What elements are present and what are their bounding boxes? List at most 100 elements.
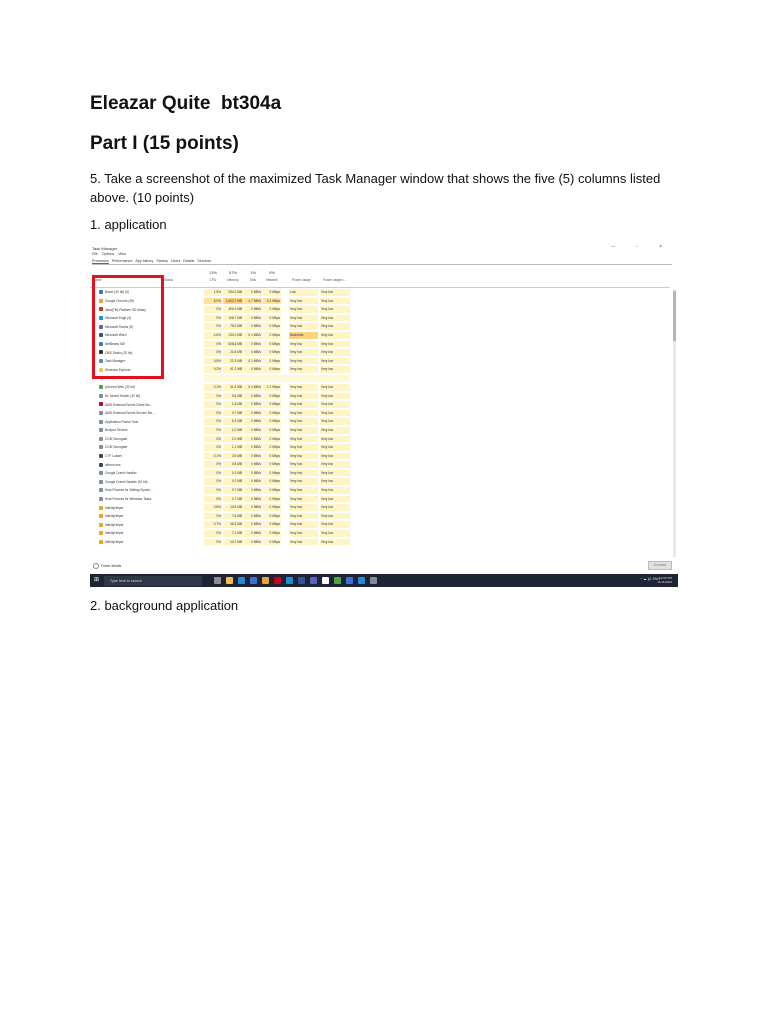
process-network: 0 Mbps (263, 418, 281, 425)
process-disk: 0 MB/s (244, 495, 262, 503)
process-disk: 0 MB/s (244, 323, 262, 330)
process-icon (99, 514, 103, 519)
tm-process-list: Brave (32 bit) (6) 1.5% 254.3 MB 0 MB/s 0 Mb… (90, 288, 675, 546)
col-net: Network (266, 278, 278, 282)
process-network: 0 Mbps (263, 306, 281, 313)
windows-start-icon: ⊞ (94, 577, 100, 583)
process-name: InfinityHelper (105, 540, 124, 545)
tm-tab-details: Details (183, 259, 195, 263)
taskbar-app-icon (346, 576, 353, 584)
process-power: Very low (289, 521, 318, 529)
taskbar-app-icon (250, 576, 257, 584)
background-processes-header: Background processes (53) (90, 374, 670, 383)
process-power: Very low (289, 323, 318, 330)
process-row: InfinityHelper 0.8% 10.8 MB 0 MB/s 0 Mbps Ver… (90, 503, 670, 512)
chevron-up-icon (93, 563, 99, 569)
process-row: Task Manager 0.5% 22.3 MB 0.1 MB/s 0 Mbps Ver… (90, 357, 670, 366)
process-power-trend: Very low (320, 357, 350, 365)
process-name: Google Crash Handler (32 bit) (105, 479, 148, 484)
process-disk: 0.1 MB/s (244, 357, 262, 365)
process-network: 0 Mbps (263, 469, 281, 477)
process-power: Very low (289, 452, 318, 460)
process-memory: 2.7 MB (223, 495, 243, 503)
process-power: Very low (289, 297, 318, 305)
process-memory: 10.8 MB (223, 504, 243, 511)
process-row: AMD External Events Client Mo... 0% 1.8 MB… (90, 400, 670, 409)
process-memory: 75.2 MB (223, 323, 243, 330)
process-power-trend: Very low (320, 323, 350, 330)
taskbar-app-icon (238, 576, 245, 584)
process-network: 0 Mbps (263, 530, 281, 537)
col-status: Status (164, 278, 174, 282)
process-disk: 0 MB/s (244, 504, 262, 511)
process-icon (99, 539, 103, 544)
process-power-trend: Very low (320, 426, 350, 434)
process-cpu: 0.2% (204, 366, 222, 373)
process-disk: 0 MB/s (244, 349, 262, 356)
process-cpu: 0.8% (204, 504, 222, 511)
tm-tab-services: Services (197, 259, 212, 263)
process-name: ctfmon.exe (105, 462, 121, 467)
process-cpu: 0% (204, 487, 222, 494)
process-memory: 2.0 MB (223, 435, 243, 443)
process-power: Very low (289, 392, 318, 400)
process-cpu: 0% (204, 401, 222, 408)
process-power: Moderate (289, 331, 318, 339)
process-power: Very low (289, 495, 318, 503)
process-network: 0 Mbps (263, 366, 281, 373)
fewer-details: Fewer details (93, 563, 121, 569)
process-network: 0 Mbps (263, 504, 281, 511)
process-cpu: 0% (204, 495, 222, 503)
process-power-trend: Very low (320, 297, 350, 305)
process-power: Very low (289, 487, 318, 494)
process-icon (99, 479, 103, 484)
taskbar-app-icon (214, 576, 221, 584)
process-icon (99, 385, 103, 390)
process-network: 0 Mbps (263, 461, 281, 468)
process-network: 0 Mbps (263, 495, 281, 503)
process-icon (99, 488, 103, 493)
process-power-trend: Very low (320, 538, 350, 546)
process-memory: 1,062.1 MB (223, 297, 243, 305)
process-power-trend: Very low (320, 487, 350, 494)
process-disk: 0.1 MB/s (244, 331, 262, 339)
process-power: Very low (289, 306, 318, 313)
process-name: InfinityHelper (105, 522, 124, 527)
col-net-pct: 0% (269, 270, 275, 275)
process-memory: 0.2 MB (223, 478, 243, 486)
tm-tab-users: Users (170, 259, 181, 263)
process-power: Very low (289, 418, 318, 425)
process-memory: 41.2 MB (223, 366, 243, 373)
col-power-trend: Power usage t... (323, 278, 347, 282)
process-cpu: 0% (204, 323, 222, 330)
process-name: InfinityHelper (105, 531, 124, 536)
process-memory: 0.3 MB (223, 469, 243, 477)
process-cpu: 0% (204, 469, 222, 477)
process-power-trend: Very low (320, 392, 350, 400)
process-power: Very low (289, 349, 318, 356)
taskbar-app-icon (322, 576, 329, 584)
process-memory: 3.9 MB (223, 452, 243, 460)
process-network: 0 Mbps (263, 444, 281, 451)
process-network: 0 Mbps (263, 314, 281, 322)
process-row: Host Process for Setting Synchr... 0% 0.7 … (90, 486, 670, 495)
process-disk: 0 MB/s (244, 340, 262, 348)
process-power: Very low (289, 340, 318, 348)
process-memory: 1.1 MB (223, 444, 243, 451)
process-network: 0 Mbps (263, 331, 281, 339)
process-network: 1.2 Mbps (263, 383, 281, 391)
process-power-trend: Very low (320, 512, 350, 520)
process-cpu: 1.5% (204, 289, 222, 296)
process-network: 0 Mbps (263, 521, 281, 529)
process-power-trend: Very low (320, 306, 350, 313)
process-power-trend: Very low (320, 349, 350, 356)
taskbar-app-icon (286, 576, 293, 584)
col-disk: Disk (249, 278, 257, 282)
process-network: 0 Mbps (263, 401, 281, 408)
taskbar-apps (214, 576, 377, 584)
process-disk: 0 MB/s (244, 478, 262, 486)
process-icon (99, 411, 103, 416)
process-power-trend: Very low (320, 418, 350, 425)
tm-scrollbar (673, 289, 676, 557)
process-memory: 254.3 MB (223, 289, 243, 296)
